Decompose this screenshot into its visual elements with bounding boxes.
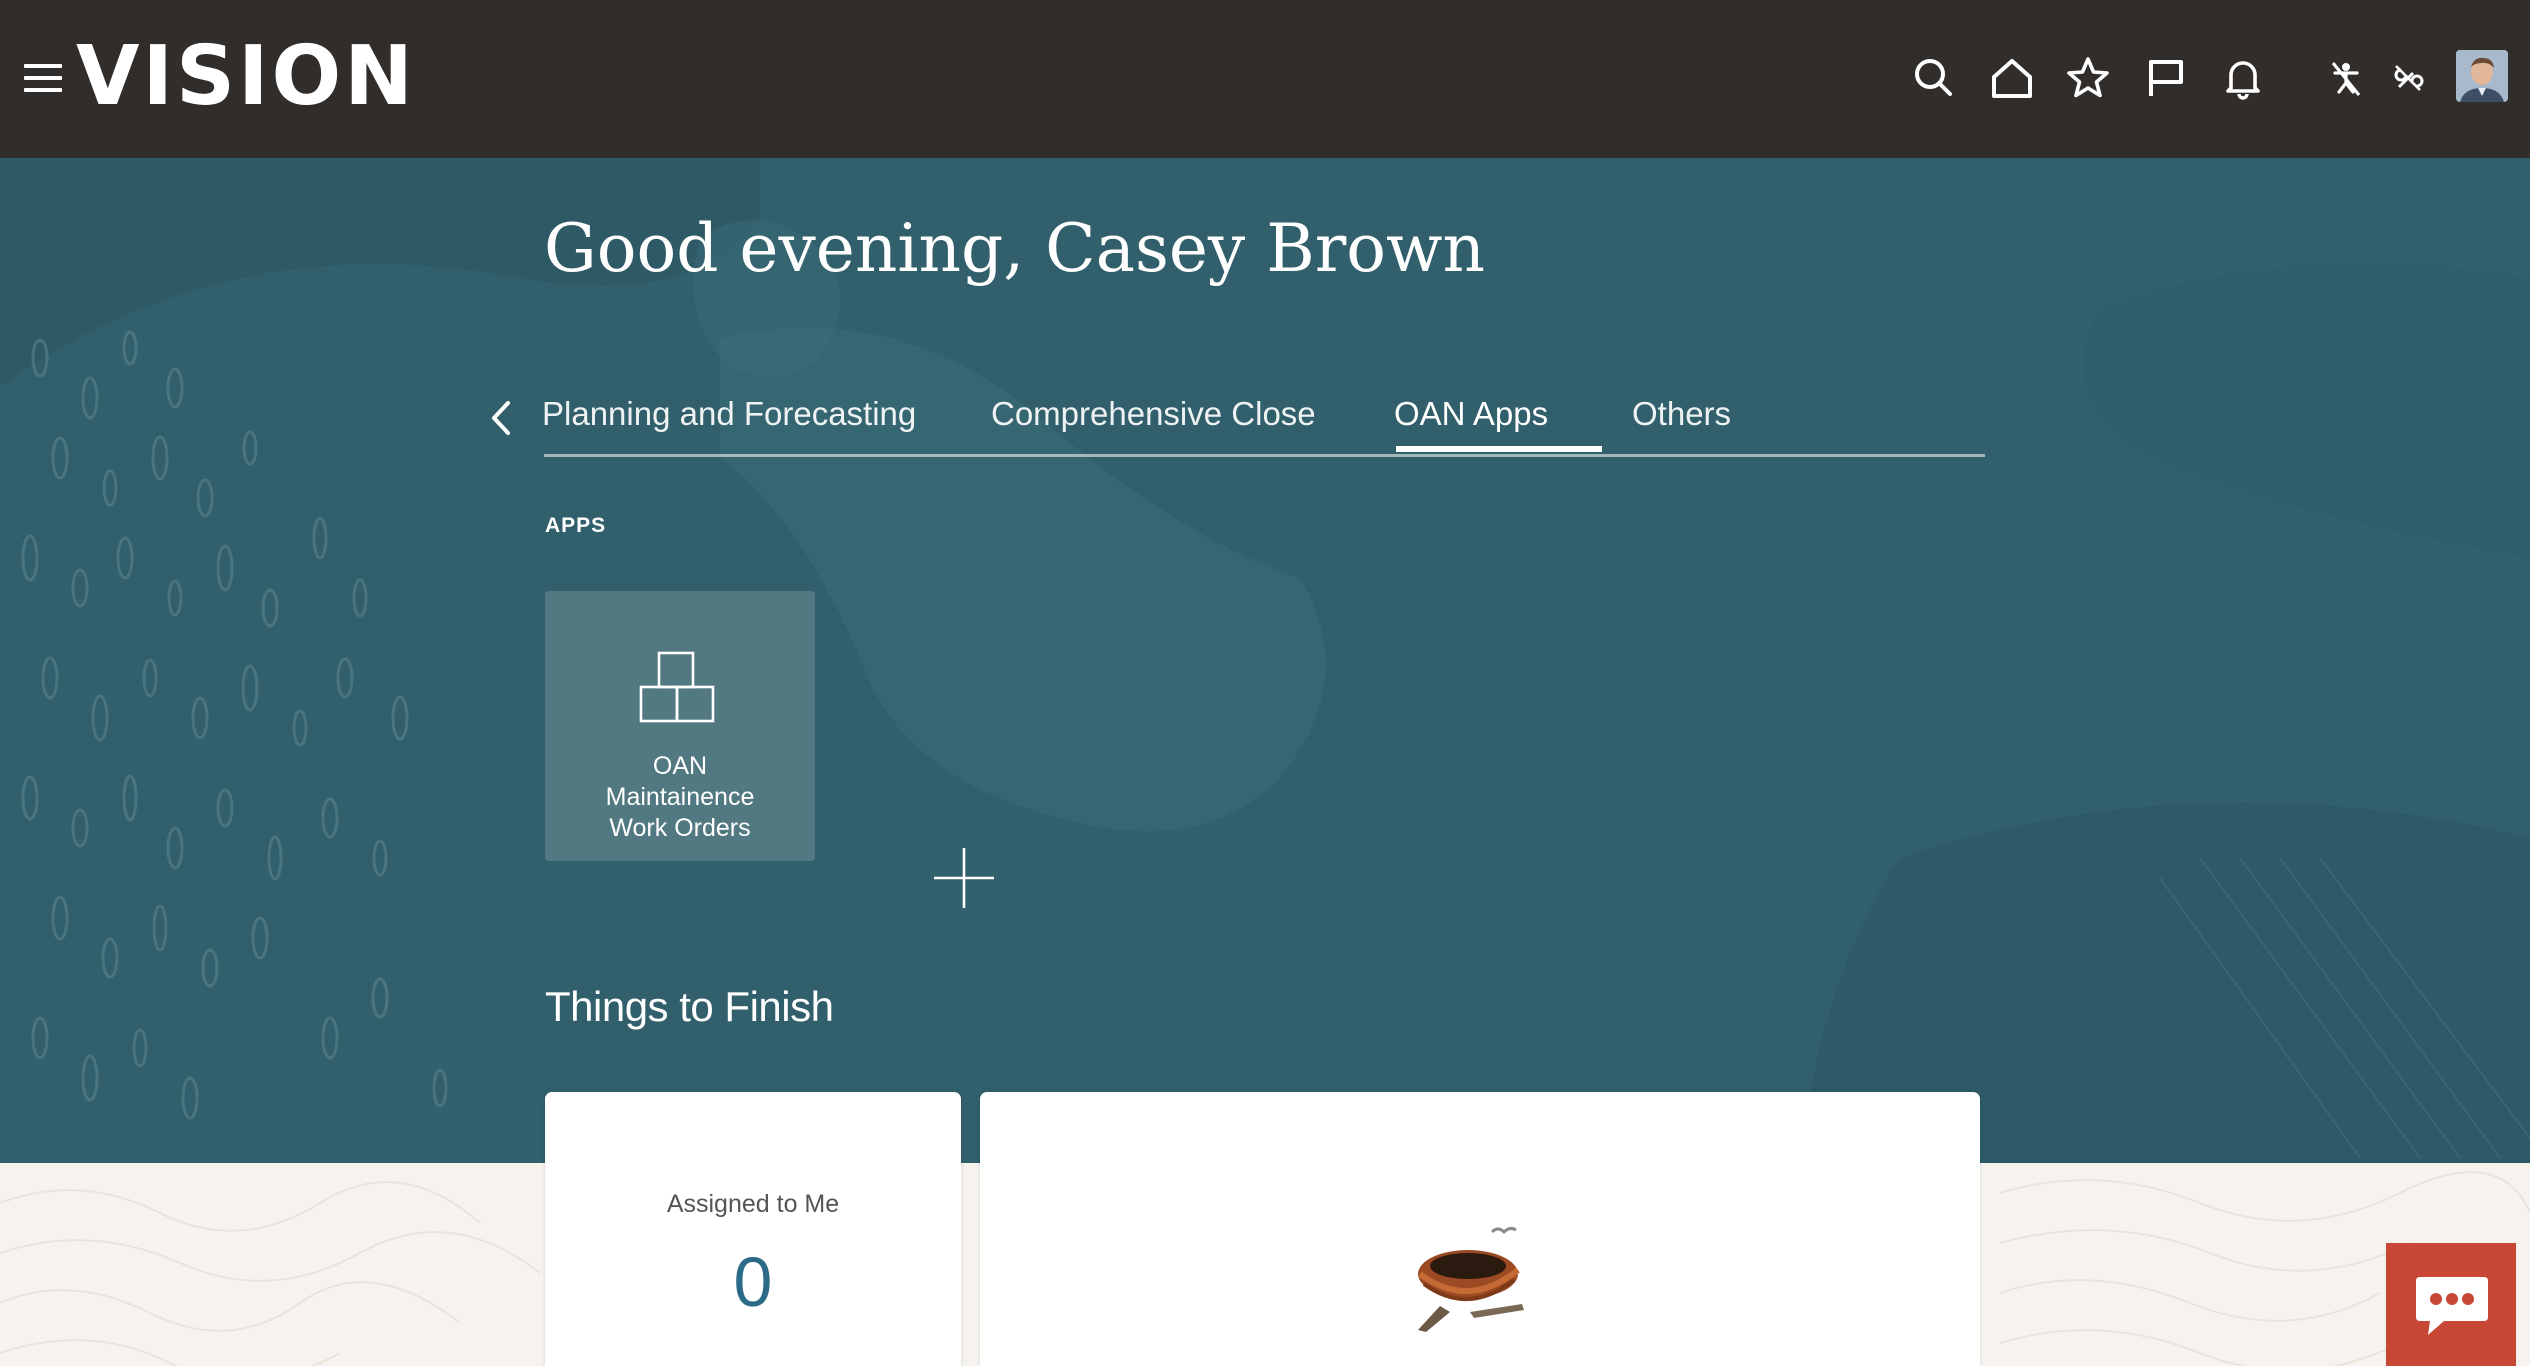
assigned-to-me-label: Assigned to Me [666,1190,840,1218]
flag-icon[interactable] [2138,50,2194,106]
plus-icon[interactable] [932,846,996,910]
welcome-banner: Good evening, Casey Brown Planning and F… [0,158,2530,1163]
search-icon[interactable] [1906,50,1962,106]
app-tile-label-line: Work Orders [609,814,751,842]
apps-section-label: APPS [545,514,607,537]
tools-off-icon[interactable] [2380,50,2436,106]
things-to-finish-heading: Things to Finish [545,983,834,1030]
app-tile-label-line: Maintainence [605,783,755,811]
home-icon[interactable] [1984,50,2040,106]
favorites-star-icon[interactable] [2060,50,2116,106]
banner-pattern [0,158,2530,1163]
chat-bubble-icon[interactable] [2386,1243,2516,1366]
global-header: VISION [0,0,2530,158]
tab-comprehensive-close[interactable]: Comprehensive Close [991,368,1316,451]
app-tile-label: OAN Maintainence Work Orders [555,751,805,844]
assigned-to-me-count: 0 [733,1243,773,1321]
tabs-scroll-left-icon[interactable] [484,393,520,443]
app-tile-label-line: OAN [652,752,708,780]
stacked-boxes-icon [639,651,715,723]
tab-others[interactable]: Others [1632,368,1731,451]
springboard-tabs: Planning and Forecasting Comprehensive C… [544,368,1985,457]
navigator-menu-icon[interactable] [24,64,62,94]
greeting-heading: Good evening, Casey Brown [544,210,1485,287]
tab-planning-and-forecasting[interactable]: Planning and Forecasting [544,368,916,451]
accessibility-off-icon[interactable] [2318,50,2374,106]
app-logo[interactable]: VISION [76,32,416,122]
active-tab-indicator [1396,446,1602,452]
nest-illustration [1418,1226,1524,1332]
tab-oan-apps[interactable]: OAN Apps [1394,368,1548,451]
things-to-finish-empty-card [980,1092,1980,1366]
app-tile-oan-maintainence-work-orders[interactable]: OAN Maintainence Work Orders [545,591,815,861]
notifications-bell-icon[interactable] [2215,50,2271,106]
user-avatar[interactable] [2456,50,2508,102]
assigned-to-me-card[interactable]: Assigned to Me 0 [545,1092,961,1366]
